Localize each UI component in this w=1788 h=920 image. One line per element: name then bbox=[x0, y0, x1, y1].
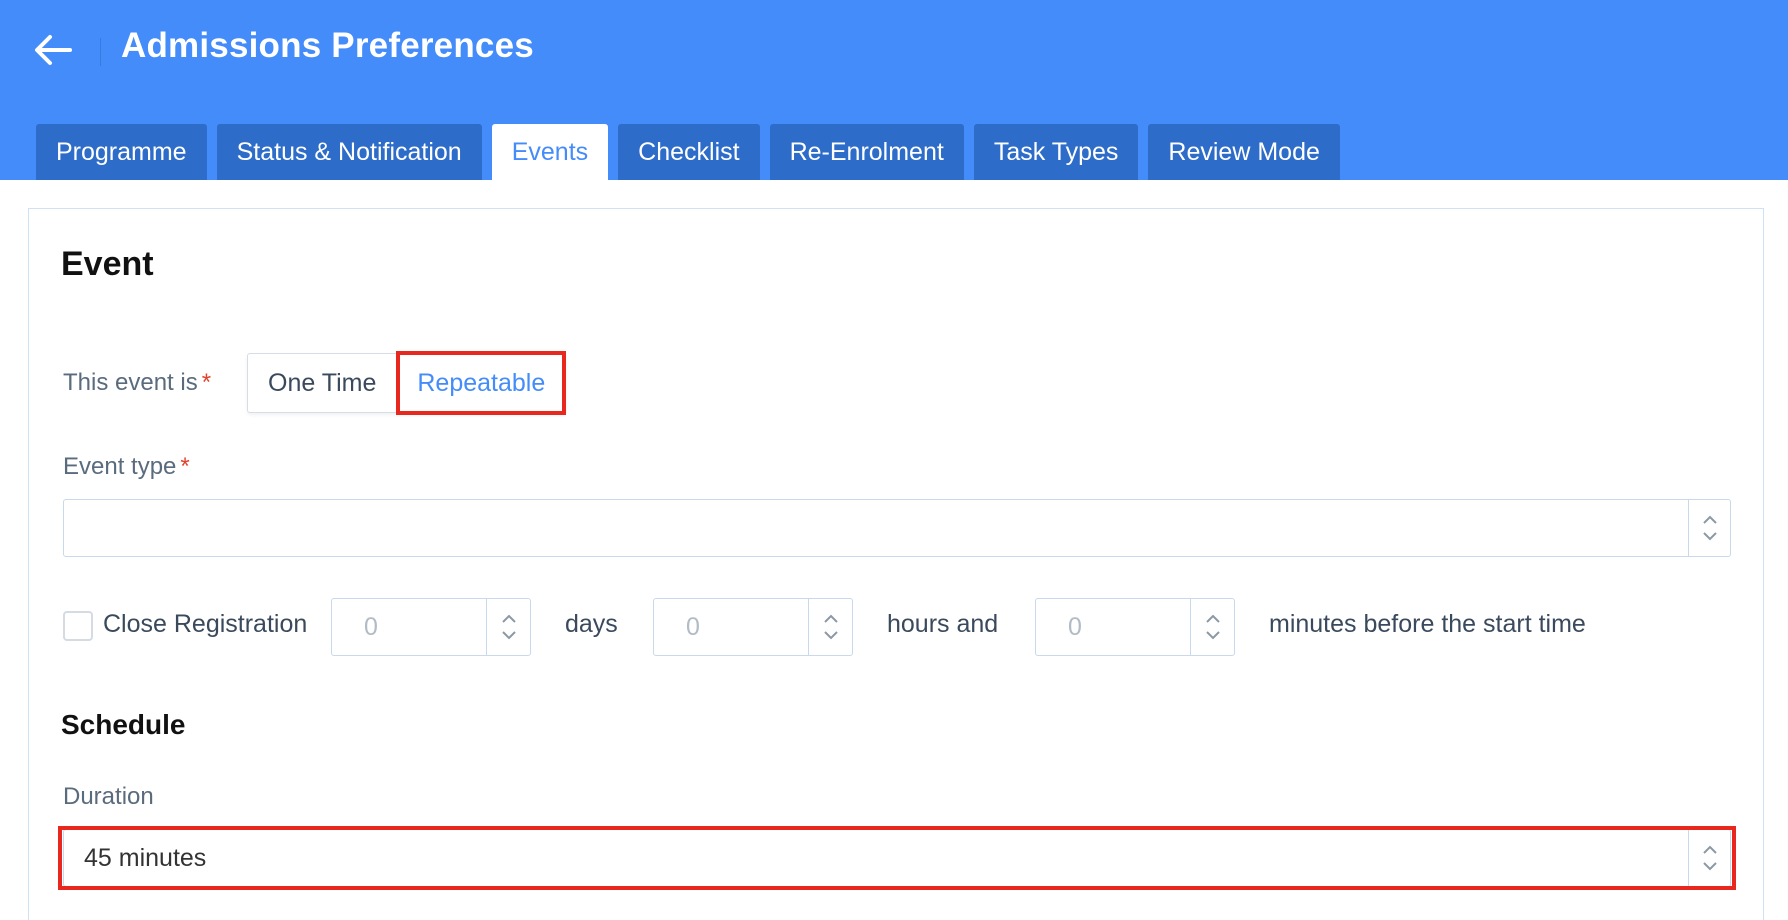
tab-programme[interactable]: Programme bbox=[36, 124, 207, 180]
hours-field[interactable] bbox=[654, 599, 810, 655]
days-input[interactable] bbox=[331, 598, 531, 656]
close-registration-checkbox[interactable] bbox=[63, 611, 93, 641]
schedule-title: Schedule bbox=[61, 709, 186, 740]
minutes-field[interactable] bbox=[1036, 599, 1192, 655]
header-divider bbox=[100, 38, 101, 66]
hours-input[interactable] bbox=[653, 598, 853, 656]
event-type-stepper[interactable] bbox=[1688, 500, 1730, 556]
tab-review-mode[interactable]: Review Mode bbox=[1148, 124, 1340, 180]
recurrence-label: This event is * bbox=[63, 369, 211, 397]
minutes-input[interactable] bbox=[1035, 598, 1235, 656]
card-title: Event bbox=[61, 245, 154, 283]
chevron-up-down-icon bbox=[1205, 614, 1220, 640]
recurrence-label-text: This event is bbox=[63, 369, 198, 396]
app-header: Admissions Preferences Programme Status … bbox=[0, 0, 1788, 180]
duration-value: 45 minutes bbox=[84, 844, 207, 872]
tab-bar: Programme Status & Notification Events C… bbox=[36, 124, 1340, 180]
minutes-stepper[interactable] bbox=[1190, 599, 1234, 655]
duration-label: Duration bbox=[63, 783, 154, 810]
duration-select[interactable]: 45 minutes bbox=[63, 829, 1731, 887]
tab-task-types[interactable]: Task Types bbox=[973, 124, 1139, 180]
required-marker: * bbox=[201, 369, 212, 396]
chevron-up-down-icon bbox=[501, 614, 516, 640]
minutes-label: minutes before the start time bbox=[1269, 610, 1586, 638]
arrow-left-icon bbox=[35, 35, 72, 65]
one-time-button[interactable]: One Time bbox=[248, 354, 398, 412]
event-type-select[interactable] bbox=[63, 499, 1731, 557]
event-type-label: Event type * bbox=[63, 453, 190, 481]
event-form-card: Event This event is * One Time Repeatable… bbox=[28, 208, 1764, 920]
repeatable-button[interactable]: Repeatable bbox=[397, 354, 565, 412]
required-marker: * bbox=[180, 453, 190, 480]
tab-status-notification[interactable]: Status & Notification bbox=[216, 124, 482, 180]
tab-events[interactable]: Events bbox=[491, 124, 609, 180]
event-type-label-text: Event type bbox=[63, 453, 177, 480]
page-title: Admissions Preferences bbox=[121, 26, 534, 65]
back-button[interactable] bbox=[30, 30, 78, 70]
hours-stepper[interactable] bbox=[808, 599, 852, 655]
chevron-up-down-icon bbox=[823, 614, 838, 640]
days-label: days bbox=[565, 610, 618, 638]
hours-label: hours and bbox=[887, 610, 999, 638]
chevron-up-down-icon bbox=[1702, 515, 1717, 541]
tab-re-enrolment[interactable]: Re-Enrolment bbox=[769, 124, 964, 180]
days-stepper[interactable] bbox=[486, 599, 530, 655]
recurrence-toggle: One Time Repeatable bbox=[247, 353, 567, 413]
days-field[interactable] bbox=[332, 599, 488, 655]
chevron-up-down-icon bbox=[1702, 845, 1717, 871]
close-registration-label: Close Registration bbox=[103, 610, 308, 638]
tab-checklist[interactable]: Checklist bbox=[618, 124, 760, 180]
duration-stepper[interactable] bbox=[1688, 830, 1730, 886]
